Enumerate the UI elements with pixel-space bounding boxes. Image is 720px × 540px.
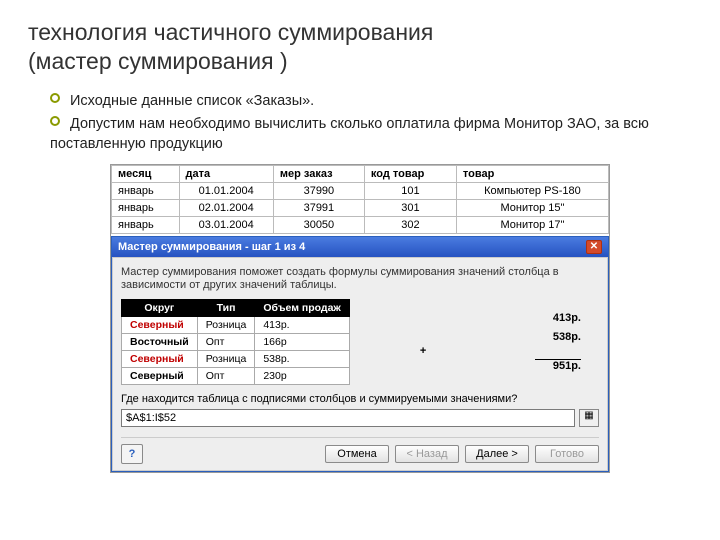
calc-total: 951р.: [535, 359, 581, 372]
slide-title: технология частичного суммирования (маст…: [0, 0, 720, 84]
bullet-1: Исходные данные список «Заказы».: [70, 93, 314, 109]
embedded-screenshot: месяц дата мер заказ код товар товар янв…: [110, 164, 610, 472]
range-prompt: Где находится таблица с подписями столбц…: [121, 393, 599, 405]
table-header-row: месяц дата мер заказ код товар товар: [112, 166, 609, 183]
col-product: товар: [456, 166, 608, 183]
help-icon[interactable]: ?: [121, 444, 143, 464]
sum-wizard-dialog: Мастер суммирования - шаг 1 из 4 ✕ Масте…: [111, 236, 609, 471]
finish-button[interactable]: Готово: [535, 445, 599, 463]
example-calculation: 413р. 538р. + 951р.: [350, 299, 599, 385]
orders-table: месяц дата мер заказ код товар товар янв…: [111, 165, 609, 234]
table-row[interactable]: январь 01.01.2004 37990 101 Компьютер PS…: [112, 183, 609, 200]
title-line-1: технология частичного суммирования: [28, 19, 433, 45]
calc-a: 413р.: [553, 312, 581, 324]
col-date: дата: [179, 166, 273, 183]
wizard-body: Мастер суммирования поможет создать форм…: [112, 257, 608, 470]
col-month: месяц: [112, 166, 180, 183]
slide-bullets: Исходные данные список «Заказы». Допусти…: [50, 92, 690, 155]
title-line-2: (мастер суммирования ): [28, 48, 288, 74]
wizard-description: Мастер суммирования поможет создать форм…: [121, 266, 599, 292]
cancel-button[interactable]: Отмена: [325, 445, 389, 463]
col-order: мер заказ: [273, 166, 364, 183]
col-code: код товар: [364, 166, 456, 183]
example-block: Округ Тип Объем продаж СеверныйРозница41…: [121, 299, 599, 385]
bullet-icon: [50, 116, 60, 126]
dialog-title: Мастер суммирования - шаг 1 из 4: [118, 241, 305, 253]
titlebar[interactable]: Мастер суммирования - шаг 1 из 4 ✕: [112, 237, 608, 257]
bullet-icon: [50, 93, 60, 103]
table-row[interactable]: январь 03.01.2004 30050 302 Монитор 17": [112, 217, 609, 234]
back-button[interactable]: < Назад: [395, 445, 459, 463]
example-table: Округ Тип Объем продаж СеверныйРозница41…: [121, 299, 350, 385]
bullet-2: Допустим нам необходимо вычислить скольк…: [50, 116, 649, 152]
close-icon[interactable]: ✕: [586, 240, 602, 254]
range-input[interactable]: [121, 409, 575, 427]
table-row[interactable]: январь 02.01.2004 37991 301 Монитор 15": [112, 200, 609, 217]
calc-b: 538р.: [553, 331, 581, 343]
next-button[interactable]: Далее >: [465, 445, 529, 463]
range-picker-icon[interactable]: ▦: [579, 409, 599, 427]
button-row: ? Отмена < Назад Далее > Готово: [121, 437, 599, 464]
